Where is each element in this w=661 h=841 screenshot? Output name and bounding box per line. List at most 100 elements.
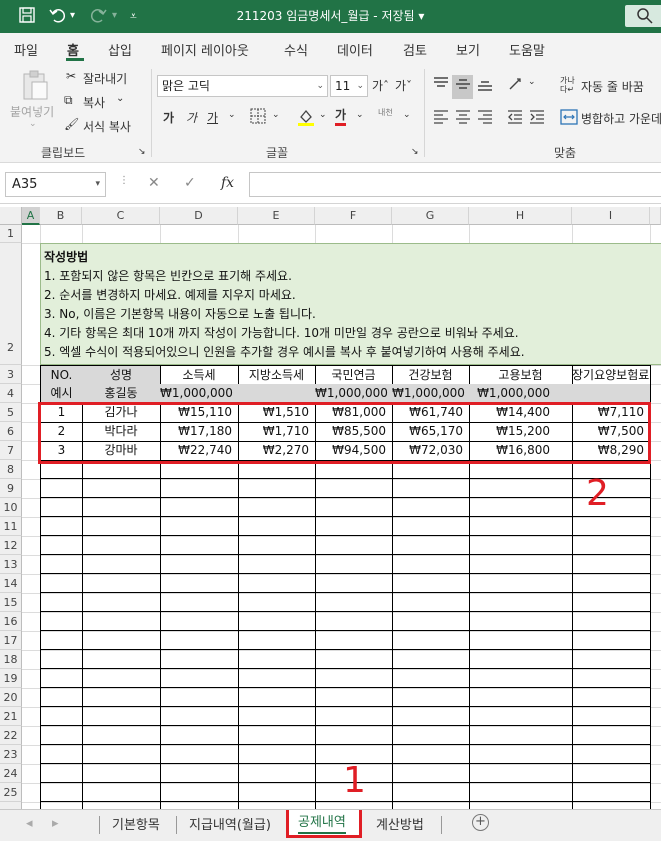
tab-insert[interactable]: 삽입 — [108, 40, 132, 59]
fill-color-icon[interactable] — [297, 107, 315, 130]
row-header[interactable]: 4 — [0, 384, 22, 403]
row-header[interactable]: 24 — [0, 764, 22, 783]
row-header[interactable]: 8 — [0, 460, 22, 479]
sheet-tab-calculation[interactable]: 계산방법 — [376, 814, 424, 833]
merge-center-button[interactable]: 병합하고 가운데 — [581, 110, 661, 127]
phonetic-button[interactable]: 내천 — [378, 107, 393, 118]
tab-help[interactable]: 도움말 — [509, 40, 545, 59]
row-header[interactable]: 19 — [0, 669, 22, 688]
instructions-box[interactable]: 작성방법 1. 포함되지 않은 항목은 빈칸으로 표기해 주세요. 2. 순서를… — [40, 243, 661, 365]
row-header[interactable]: 20 — [0, 688, 22, 707]
example-cell[interactable] — [238, 384, 316, 404]
tab-data[interactable]: 데이터 — [337, 40, 373, 59]
example-cell[interactable]: 예시 — [40, 384, 83, 404]
example-cell[interactable] — [572, 384, 651, 404]
column-header-h[interactable]: H — [469, 207, 572, 225]
tab-formulas[interactable]: 수식 — [284, 40, 308, 59]
align-center-icon[interactable] — [455, 109, 471, 128]
increase-font-button[interactable]: 가ˆ — [372, 77, 389, 94]
row-header[interactable]: 1 — [0, 225, 22, 243]
row-header[interactable]: 16 — [0, 612, 22, 631]
middle-align-icon[interactable] — [455, 76, 471, 95]
decrease-indent-icon[interactable] — [507, 109, 523, 128]
underline-button[interactable]: 가 — [207, 109, 218, 126]
format-painter-button[interactable]: 서식 복사 — [83, 118, 131, 135]
row-header[interactable]: 7 — [0, 441, 22, 460]
tab-file[interactable]: 파일 — [14, 40, 38, 59]
column-header-b[interactable]: B — [40, 207, 82, 225]
italic-button[interactable]: 가 — [186, 109, 197, 126]
borders-dropdown-icon[interactable]: ⌄ — [272, 110, 280, 120]
paste-icon[interactable] — [20, 69, 50, 104]
font-color-dropdown-icon[interactable]: ⌄ — [356, 110, 364, 120]
column-header-i[interactable]: I — [572, 207, 650, 225]
add-sheet-icon[interactable]: + — [472, 814, 489, 831]
row-header[interactable]: 14 — [0, 574, 22, 593]
bottom-align-icon[interactable] — [477, 76, 493, 95]
decrease-font-button[interactable]: 가ˇ — [395, 77, 412, 94]
clipboard-launcher-icon[interactable]: ↘ — [138, 147, 146, 157]
column-header-c[interactable]: C — [82, 207, 160, 225]
align-right-icon[interactable] — [477, 109, 493, 128]
tab-view[interactable]: 보기 — [456, 40, 480, 59]
row-header[interactable]: 5 — [0, 403, 22, 422]
borders-icon[interactable] — [250, 108, 266, 127]
column-header-g[interactable]: G — [392, 207, 469, 225]
bold-button[interactable]: 가 — [163, 109, 174, 126]
header-cell-name[interactable]: 성명 — [82, 365, 161, 385]
empty-table-area[interactable] — [40, 460, 651, 809]
header-cell-health[interactable]: 건강보험 — [392, 365, 470, 385]
tab-home[interactable]: 홈 — [67, 40, 79, 59]
sheet-tab-deductions[interactable]: 공제내역 — [298, 814, 346, 834]
search-box[interactable] — [625, 5, 661, 27]
sheet-tab-basic[interactable]: 기본항목 — [112, 814, 160, 833]
next-sheet-icon[interactable]: ▸ — [52, 816, 59, 831]
orientation-dropdown-icon[interactable]: ⌄ — [528, 77, 536, 87]
column-header-j[interactable] — [650, 207, 661, 225]
worksheet-grid[interactable]: A B C D E F G H I 1 2 3 4 5 6 7 8 9 10 1… — [0, 207, 661, 809]
name-box[interactable]: A35 ▾ — [5, 172, 106, 197]
row-header[interactable]: 15 — [0, 593, 22, 612]
cancel-icon[interactable]: ✕ — [148, 175, 160, 191]
font-size-select[interactable]: 11 ⌄ — [330, 75, 368, 97]
orientation-icon[interactable] — [507, 75, 525, 96]
row-header[interactable]: 22 — [0, 726, 22, 745]
paste-button[interactable]: 붙여넣기 — [10, 103, 54, 120]
font-color-button[interactable]: 가 — [335, 107, 347, 126]
row-header[interactable]: 25 — [0, 783, 22, 802]
row-header[interactable] — [0, 802, 22, 809]
prev-sheet-icon[interactable]: ◂ — [26, 816, 33, 831]
header-cell-pension[interactable]: 국민연금 — [315, 365, 393, 385]
tab-review[interactable]: 검토 — [403, 40, 427, 59]
row-header[interactable]: 18 — [0, 650, 22, 669]
example-cell[interactable]: ₩1,000,000 — [315, 384, 393, 404]
header-cell-income-tax[interactable]: 소득세 — [160, 365, 239, 385]
font-name-select[interactable]: 맑은 고딕 ⌄ — [157, 75, 328, 97]
example-cell[interactable]: ₩1,000,000 — [469, 384, 573, 404]
header-cell-long-term-care[interactable]: 장기요양보험료 — [572, 365, 651, 385]
window-title[interactable]: 211203 임금명세서_월급 - 저장됨 ▾ — [0, 7, 661, 24]
increase-indent-icon[interactable] — [529, 109, 545, 128]
column-header-f[interactable]: F — [315, 207, 392, 225]
underline-dropdown-icon[interactable]: ⌄ — [228, 110, 236, 120]
row-header[interactable]: 6 — [0, 422, 22, 441]
top-align-icon[interactable] — [433, 76, 449, 95]
column-header-d[interactable]: D — [160, 207, 238, 225]
row-header[interactable]: 11 — [0, 517, 22, 536]
header-cell-local-tax[interactable]: 지방소득세 — [238, 365, 316, 385]
row-header[interactable]: 3 — [0, 365, 22, 384]
row-header[interactable]: 12 — [0, 536, 22, 555]
phonetic-dropdown-icon[interactable]: ⌄ — [403, 110, 411, 120]
wrap-text-button[interactable]: 자동 줄 바꿈 — [581, 78, 644, 95]
example-cell[interactable]: 홍길동 — [82, 384, 161, 404]
row-header[interactable]: 17 — [0, 631, 22, 650]
row-header[interactable]: 13 — [0, 555, 22, 574]
column-header-a[interactable]: A — [22, 207, 40, 225]
enter-icon[interactable]: ✓ — [184, 175, 196, 191]
row-header[interactable]: 21 — [0, 707, 22, 726]
example-cell[interactable]: ₩1,000,000 — [392, 384, 470, 404]
select-all-corner[interactable] — [0, 207, 22, 225]
header-cell-employment[interactable]: 고용보험 — [469, 365, 573, 385]
row-header[interactable]: 9 — [0, 479, 22, 498]
header-cell-no[interactable]: NO. — [40, 365, 83, 385]
